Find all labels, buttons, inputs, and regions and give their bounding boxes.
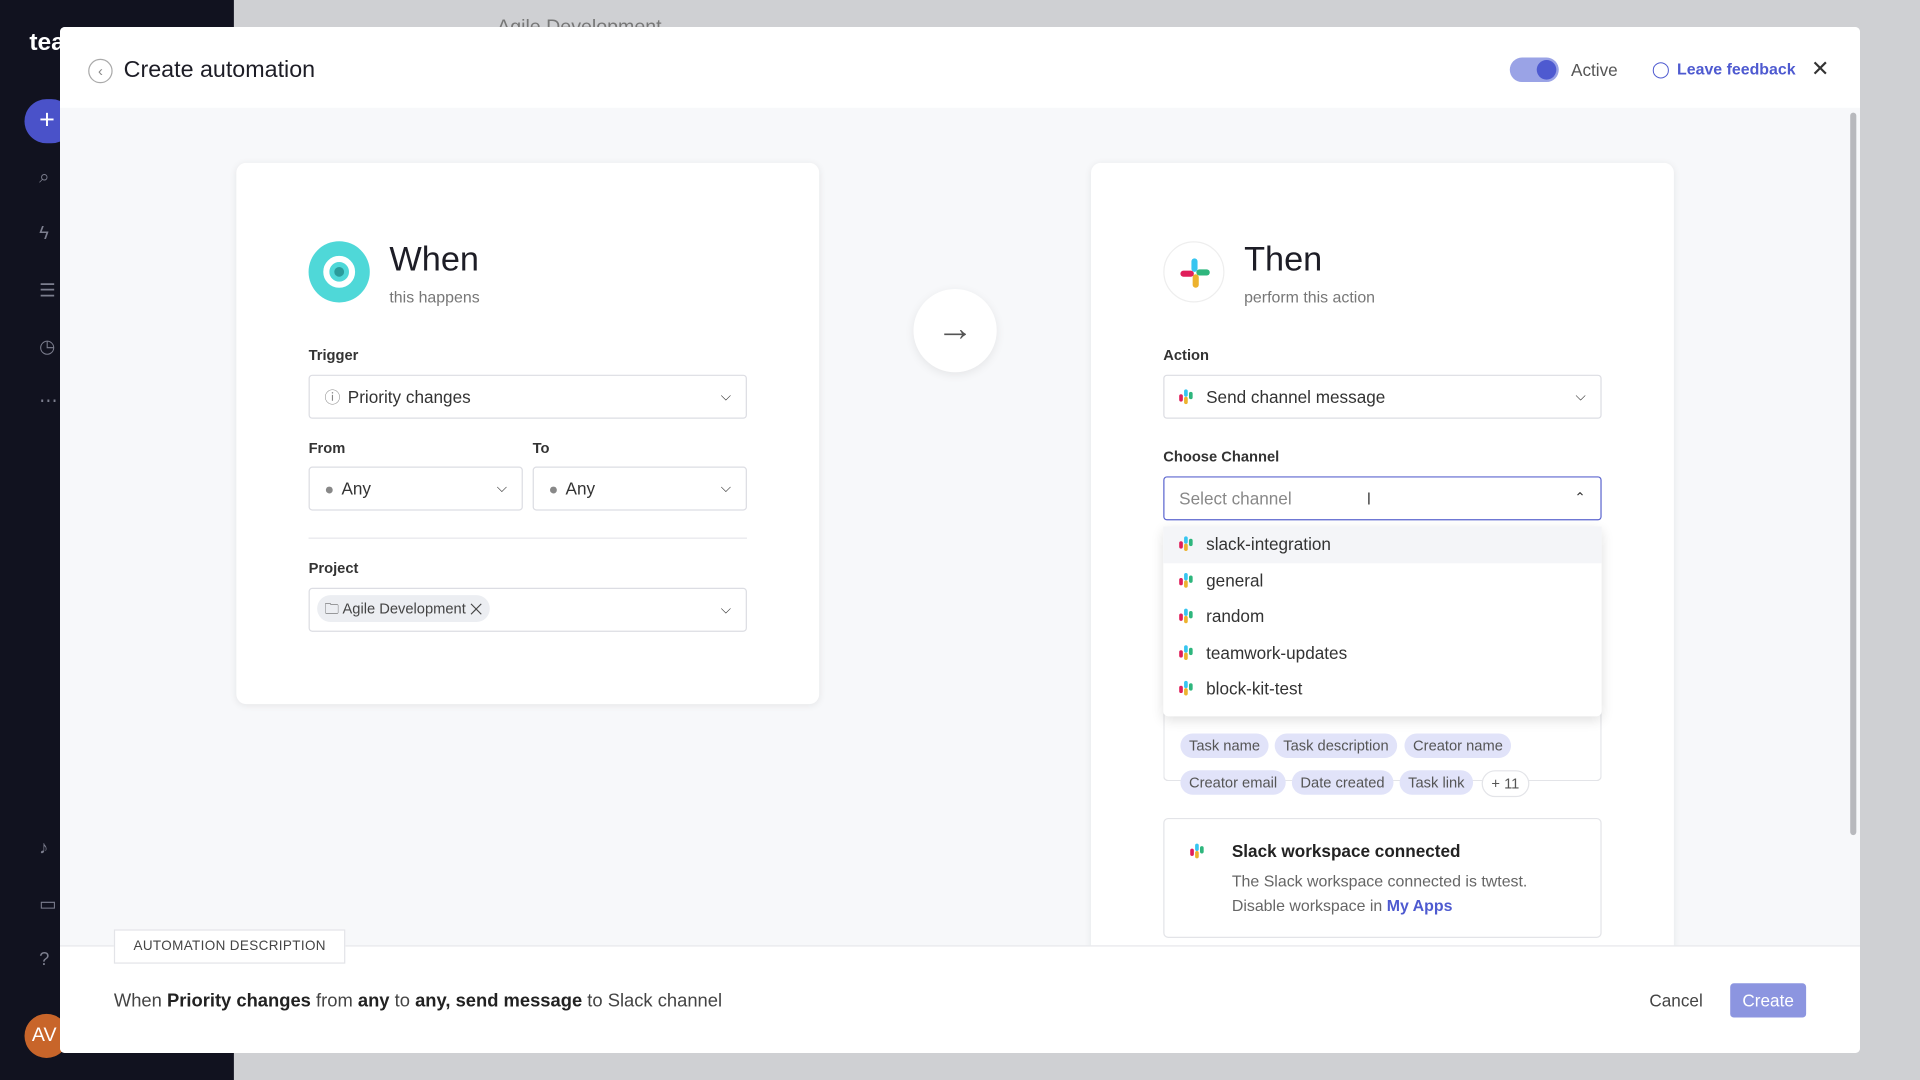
- more-tags[interactable]: + 11: [1481, 770, 1530, 798]
- trigger-select[interactable]: ⓘ Priority changes ⌵: [308, 374, 747, 419]
- slack-icon: [1179, 644, 1194, 660]
- chevron-down-icon: ⌵: [720, 481, 732, 496]
- to-label: To: [532, 439, 550, 457]
- channel-dropdown: slack-integration general random teamwor…: [1163, 526, 1602, 717]
- cancel-button[interactable]: Cancel: [1649, 991, 1702, 1011]
- when-subtitle: this happens: [389, 287, 480, 307]
- trigger-label: Trigger: [308, 346, 359, 364]
- bell-icon[interactable]: ♪: [39, 838, 48, 859]
- list-icon[interactable]: ☰: [39, 279, 55, 301]
- channel-option[interactable]: random: [1163, 599, 1601, 635]
- to-select[interactable]: ● Any ⌵: [532, 466, 747, 511]
- my-apps-link[interactable]: My Apps: [1387, 896, 1453, 914]
- footer: AUTOMATION DESCRIPTION When Priority cha…: [60, 929, 1861, 1054]
- when-title: When: [389, 240, 479, 278]
- scrollbar[interactable]: [1850, 112, 1857, 836]
- channel-option[interactable]: block-kit-test: [1163, 671, 1601, 707]
- channel-select[interactable]: Select channel I ⌃: [1163, 476, 1602, 521]
- then-title: Then: [1244, 240, 1323, 278]
- tag[interactable]: Date created: [1291, 770, 1394, 795]
- chevron-down-icon: ⌵: [1575, 389, 1586, 405]
- project-chip: 🗀 Agile Development ✕: [317, 595, 490, 623]
- create-button[interactable]: Create: [1730, 983, 1807, 1018]
- project-select[interactable]: 🗀 Agile Development ✕ ⌵: [308, 587, 747, 632]
- arrow-right-icon: →: [913, 288, 997, 373]
- slack-icon: [1179, 536, 1194, 552]
- chevron-up-icon: ⌃: [1574, 491, 1586, 506]
- search-icon[interactable]: ⌕: [39, 167, 49, 188]
- tag[interactable]: Task name: [1180, 733, 1269, 758]
- automation-summary: When Priority changes from any to any, s…: [113, 990, 723, 1012]
- tag[interactable]: Task description: [1274, 733, 1398, 758]
- divider: [308, 537, 747, 539]
- help-icon[interactable]: ?: [39, 949, 49, 970]
- tag[interactable]: Creator email: [1180, 770, 1286, 795]
- slack-title: Slack workspace connected: [1231, 841, 1461, 861]
- project-label: Project: [308, 559, 359, 577]
- from-label: From: [308, 439, 346, 457]
- slack-workspace-info: Slack workspace connected The Slack work…: [1163, 817, 1602, 938]
- channel-option[interactable]: general: [1163, 563, 1601, 599]
- slack-icon: [1179, 608, 1194, 624]
- automation-description-label: AUTOMATION DESCRIPTION: [113, 929, 346, 964]
- slack-text2: Disable workspace in My Apps: [1231, 896, 1453, 915]
- alert-circle-icon: ⓘ: [324, 388, 341, 407]
- tag[interactable]: Task link: [1399, 770, 1474, 795]
- action-select[interactable]: Send channel message ⌵: [1163, 374, 1602, 419]
- choose-channel-label: Choose Channel: [1163, 448, 1280, 466]
- more-icon[interactable]: ⋯: [39, 389, 57, 412]
- create-automation-modal: ‹ Create automation Active ◯ Leave feedba…: [60, 26, 1861, 1054]
- slack-icon: [1163, 241, 1225, 303]
- action-label: Action: [1163, 346, 1209, 364]
- target-icon: [308, 241, 370, 303]
- modal-header: ‹ Create automation Active ◯ Leave feedba…: [60, 26, 1861, 108]
- lightning-icon[interactable]: ϟ: [39, 223, 49, 244]
- close-icon[interactable]: ✕: [1811, 56, 1829, 82]
- slack-icon: [1190, 843, 1205, 859]
- chevron-down-icon: ⌵: [720, 602, 732, 618]
- slack-icon: [1179, 680, 1194, 696]
- then-subtitle: perform this action: [1244, 287, 1376, 307]
- when-card: When this happens Trigger ⓘ Priority chan…: [236, 162, 820, 705]
- active-toggle[interactable]: [1509, 57, 1559, 83]
- folder-icon: 🗀: [324, 600, 340, 618]
- channel-option[interactable]: slack-integration: [1163, 526, 1602, 563]
- back-button[interactable]: ‹: [88, 58, 113, 84]
- chevron-down-icon: ⌵: [496, 481, 507, 496]
- remove-chip-icon[interactable]: ✕: [470, 600, 483, 617]
- tag[interactable]: Creator name: [1404, 733, 1512, 758]
- timer-icon[interactable]: ◷: [39, 336, 55, 358]
- modal-title: Create automation: [123, 57, 316, 84]
- from-select[interactable]: ● Any ⌵: [308, 466, 523, 511]
- channel-option[interactable]: teamwork-updates: [1163, 635, 1601, 671]
- chat-icon[interactable]: ▭: [39, 893, 56, 915]
- slack-icon: [1179, 572, 1194, 588]
- slack-text: The Slack workspace connected is twtest.: [1231, 871, 1528, 891]
- chat-bubble-icon: ◯: [1651, 60, 1670, 79]
- slack-icon: [1179, 389, 1194, 405]
- priority-icon: ●: [548, 480, 559, 499]
- active-label: Active: [1571, 60, 1618, 80]
- chevron-down-icon: ⌵: [720, 389, 732, 405]
- priority-icon: ●: [324, 480, 335, 499]
- leave-feedback-link[interactable]: ◯ Leave feedback: [1652, 60, 1796, 80]
